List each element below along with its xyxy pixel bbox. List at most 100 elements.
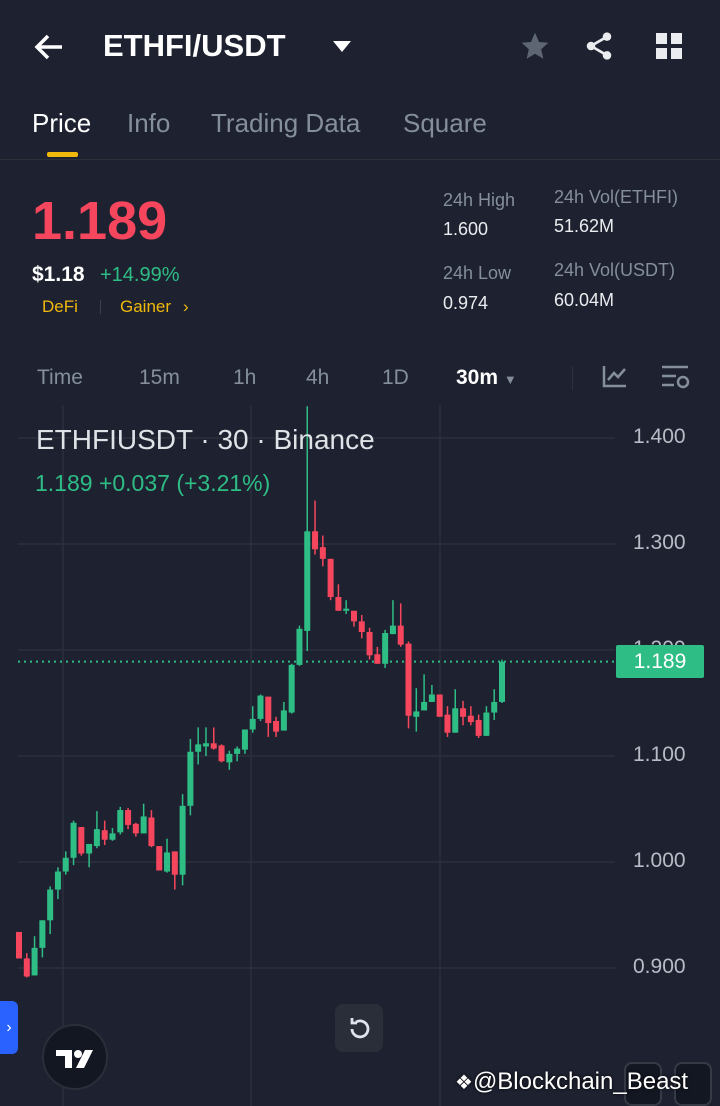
candle-body [436,694,443,717]
candle-body [164,852,171,872]
candle-body [382,633,389,664]
tag-separator [100,300,101,314]
indicator-icon[interactable] [602,364,628,393]
candle-body [210,743,217,749]
interval-30m[interactable]: 30m ▼ [456,366,517,390]
tab-trading-data[interactable]: Trading Data [211,108,360,139]
candle-body [483,712,490,736]
interval-4h[interactable]: 4h [306,366,329,390]
candle-body [405,643,412,716]
reset-chart-button[interactable] [335,1004,383,1052]
candle-body [179,805,186,875]
y-axis-tick: 1.100 [633,743,686,766]
candle-body [304,531,311,631]
interval-1h[interactable]: 1h [233,366,256,390]
pair-title[interactable]: ETHFI/USDT [103,28,286,64]
candle-body [47,889,54,921]
candle-body [444,714,451,733]
tag-gainer[interactable]: Gainer › [120,297,189,317]
candle-body [296,628,303,665]
candle-body [241,729,248,750]
candle-body [413,711,420,717]
candle-body [101,830,108,840]
candle-body [358,621,365,632]
y-axis-tick: 1.000 [633,849,686,872]
candle-body [23,958,30,977]
candle-body [335,597,342,611]
tag-gainer-label: Gainer [120,297,172,316]
candle-body [428,694,435,702]
candle-body [140,816,147,834]
interval-1d[interactable]: 1D [382,366,409,390]
last-price: 1.189 [32,191,168,251]
candle-body [195,744,202,752]
divider [572,366,573,390]
tag-defi[interactable]: DeFi [42,297,78,317]
candle-body [397,625,404,645]
candle-body [460,708,467,717]
candle-body [467,715,474,723]
vol-quote-label: 24h Vol(USDT) [554,260,676,280]
candle-body [421,701,428,711]
vol-base-label: 24h Vol(ETHFI) [554,187,679,207]
active-tab-indicator [47,152,78,157]
candle-body [109,833,116,840]
candle-body [93,829,100,847]
candle-body [389,625,396,635]
chevron-right-icon: › [183,297,189,316]
candle-body [70,822,77,858]
candle-body [273,721,280,732]
change-percent: +14.99% [100,264,180,286]
candle-body [499,661,505,702]
candle-body [148,817,155,847]
share-icon[interactable] [583,30,615,67]
expand-panel-handle[interactable]: › [0,1001,18,1054]
candle-body [350,610,357,622]
caret-down-icon: ▼ [503,372,517,387]
candle-body [132,823,139,834]
candle-body [202,743,209,747]
tab-info[interactable]: Info [127,108,170,139]
candle-body [62,857,69,872]
y-axis-tick: 0.900 [633,955,686,978]
binance-logo-icon: ❖ [455,1072,473,1094]
candle-body [78,827,85,854]
candle-body [312,531,319,550]
candle-body [327,558,334,597]
low-label: 24h Low [443,263,512,283]
chart-legend-values: 1.189 +0.037 (+3.21%) [35,470,271,496]
vol-base-value: 51.62M [554,216,615,236]
usd-price: $1.18 [32,263,85,286]
candle-body [452,708,459,733]
interval-time[interactable]: Time [37,366,83,390]
high-value: 1.600 [443,219,489,239]
interval-30m-label: 30m [456,366,499,389]
candle-body [280,710,287,731]
back-arrow-icon[interactable] [32,30,66,69]
chevron-down-icon[interactable] [333,40,351,58]
divider [0,159,720,160]
watermark: ❖@Blockchain_Beast [455,1068,688,1096]
candle-body [234,748,241,754]
grid-menu-icon[interactable] [656,33,683,65]
candle-body [16,931,22,959]
candle-body [265,696,272,724]
candle-body [475,719,482,736]
candle-body [491,701,498,713]
chart-settings-icon[interactable] [662,364,690,395]
tradingview-logo[interactable] [42,1024,108,1090]
star-icon[interactable] [519,30,551,67]
candlestick-chart[interactable] [0,405,720,1106]
low-value: 0.974 [443,293,489,313]
watermark-text: @Blockchain_Beast [472,1068,689,1095]
candle-body [374,654,381,664]
candle-body [366,631,373,656]
candle-body [187,751,194,806]
candle-body [226,753,233,763]
tab-square[interactable]: Square [403,108,487,139]
candle-body [319,547,326,559]
interval-15m[interactable]: 15m [139,366,180,390]
candle-body [125,810,132,825]
tab-price[interactable]: Price [32,108,91,139]
candle-body [39,920,46,948]
